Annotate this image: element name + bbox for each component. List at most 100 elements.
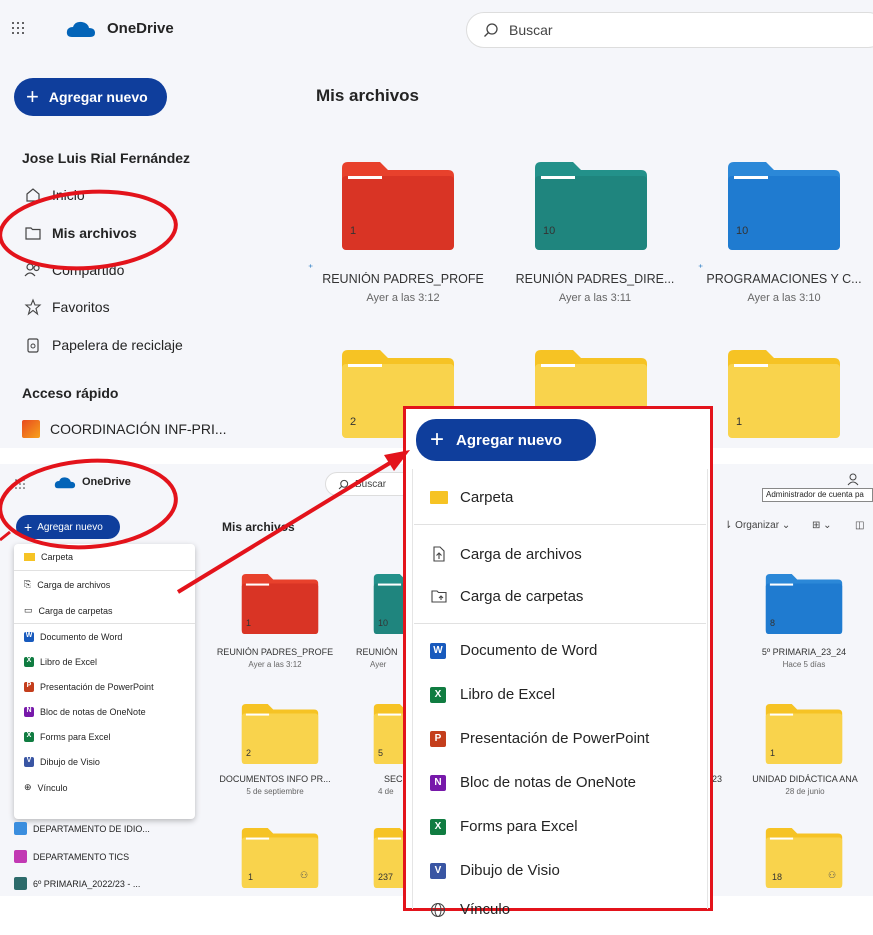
powerpoint-icon: P (430, 730, 446, 747)
visio-icon: V (24, 757, 34, 767)
item-count: 1 (248, 872, 254, 882)
menu-item-forms[interactable]: X Forms para Excel (24, 732, 111, 742)
folder-icon (342, 162, 454, 250)
menu-label: Vínculo (460, 901, 511, 918)
menu-item-vinculo[interactable]: ⊕ Vínculo (24, 782, 68, 793)
nav-item-papelera[interactable]: Papelera de reciclaje (24, 336, 183, 354)
add-new-button[interactable]: + Agregar nuevo (14, 78, 167, 116)
menu-item-onenote[interactable]: N Bloc de notas de OneNote (24, 707, 146, 717)
menu-item-vinculo[interactable]: Vínculo (430, 901, 510, 918)
folder-name[interactable]: REUNIÓN PADRES_PROFE (210, 647, 340, 657)
recycle-bin-icon (27, 338, 39, 353)
menu-label: Bloc de notas de OneNote (460, 774, 636, 791)
menu-item-carga-carpetas[interactable]: ▭ Carga de carpetas (24, 605, 113, 616)
quick-access-item[interactable]: COORDINACIÓN INF-PRI... (22, 420, 227, 438)
item-count: 1 (736, 416, 743, 428)
organize-button[interactable]: ⇂ Organizar ⌄ (724, 520, 790, 531)
menu-item-word[interactable]: W Documento de Word (430, 642, 597, 659)
quick-access-item[interactable]: DEPARTAMENTO TICS (14, 850, 129, 863)
folder-upload-icon: ▭ (24, 605, 33, 615)
organize-label: Organizar (735, 520, 780, 531)
details-pane-icon[interactable]: ◫ (855, 520, 864, 531)
menu-item-carga-archivos[interactable]: Carga de archivos (430, 545, 582, 563)
menu-item-excel[interactable]: X Libro de Excel (430, 686, 555, 703)
nav-item-inicio[interactable]: Inicio (24, 186, 85, 204)
menu-label: Forms para Excel (460, 818, 578, 835)
search-icon (484, 23, 498, 37)
app-launcher-icon[interactable] (12, 22, 24, 34)
quick-access-label: DEPARTAMENTO TICS (33, 851, 130, 862)
item-count: 237 (378, 872, 394, 882)
admin-tooltip: Administrador de cuenta pa (762, 488, 873, 502)
folder-date: 28 de junio (785, 787, 825, 796)
menu-label: Carga de carpetas (460, 587, 584, 605)
onenote-icon: N (430, 774, 446, 791)
menu-item-carga-archivos[interactable]: ⎘ Carga de archivos (24, 579, 110, 590)
user-name: Jose Luis Rial Fernández (22, 150, 191, 166)
menu-label: Dibujo de Visio (40, 757, 100, 767)
nav-item-mis-archivos[interactable]: Mis archivos (24, 224, 137, 242)
menu-label: Carpeta (41, 552, 74, 562)
add-new-button[interactable]: + Agregar nuevo (416, 419, 596, 461)
quick-access-item[interactable]: DEPARTAMENTO DE IDIO... (14, 822, 150, 835)
excel-icon: X (430, 686, 446, 703)
folder-icon (728, 350, 840, 438)
nav-label: Favoritos (52, 299, 110, 315)
plus-icon: + (430, 426, 445, 453)
folder-name[interactable]: UNIDAD DIDÁCTICA ANA (740, 774, 870, 784)
menu-item-excel[interactable]: X Libro de Excel (24, 657, 97, 667)
account-manager-icon[interactable] (846, 472, 860, 486)
quick-access-label: DEPARTAMENTO DE IDIO... (33, 823, 150, 834)
menu-divider (414, 524, 706, 525)
folder-name[interactable]: 5º PRIMARIA_23_24 (744, 647, 864, 657)
menu-item-powerpoint[interactable]: P Presentación de PowerPoint (24, 682, 154, 692)
menu-item-powerpoint[interactable]: P Presentación de PowerPoint (430, 730, 649, 747)
menu-item-visio[interactable]: V Dibujo de Visio (24, 757, 100, 767)
folder-icon (24, 553, 35, 561)
site-logo-icon (14, 822, 27, 835)
folder-name[interactable]: DOCUMENTOS INFO PR... (210, 774, 340, 784)
menu-item-onenote[interactable]: N Bloc de notas de OneNote (430, 774, 636, 791)
grid-view-icon: ⊞ (812, 520, 821, 531)
zoomed-add-new-menu: + Agregar nuevo Carpeta Carga de archivo… (403, 406, 713, 918)
add-new-menu: Carpeta ⎘ Carga de archivos ▭ Carga de car… (14, 544, 195, 819)
onedrive-logo-icon (54, 477, 76, 489)
nav-item-favoritos[interactable]: Favoritos (24, 298, 110, 316)
menu-label: Carga de carpetas (38, 605, 113, 616)
folder-date: Ayer a las 3:10 (747, 292, 821, 304)
item-count: 10 (378, 618, 389, 628)
folder-name[interactable]: PROGRAMACIONES Y C... (694, 272, 873, 286)
menu-label: Documento de Word (460, 642, 598, 659)
item-count: 2 (246, 748, 252, 758)
menu-label: Carga de archivos (460, 545, 582, 563)
search-placeholder: Buscar (355, 478, 387, 490)
folder-icon (765, 704, 843, 764)
menu-item-carpeta[interactable]: Carpeta (430, 489, 513, 506)
sort-icon: ⇂ (724, 520, 733, 531)
quick-access-item[interactable]: 6º PRIMARIA_2022/23 - ... (14, 877, 140, 890)
add-new-button[interactable]: + Agregar nuevo (16, 515, 120, 539)
nav-item-compartido[interactable]: Compartido (24, 261, 124, 279)
globe-icon: ⊕ (24, 782, 32, 792)
app-launcher-icon[interactable] (15, 479, 25, 489)
menu-item-word[interactable]: W Documento de Word (24, 632, 122, 642)
folder-name[interactable]: REUNIÓN PADRES_DIRE... (500, 272, 690, 286)
menu-label: Forms para Excel (40, 732, 111, 742)
plus-icon: + (26, 84, 39, 109)
menu-item-carpeta[interactable]: Carpeta (24, 552, 73, 562)
item-count: 2 (350, 416, 357, 428)
menu-item-carga-carpetas[interactable]: Carga de carpetas (430, 587, 583, 605)
word-icon: W (430, 642, 446, 659)
menu-divider (14, 570, 195, 571)
folder-name[interactable]: REUNIÓN PADRES_PROFE (308, 272, 498, 286)
menu-item-visio[interactable]: V Dibujo de Visio (430, 862, 560, 879)
page-title: Mis archivos (222, 520, 295, 534)
view-switcher-button[interactable]: ⊞ ⌄ (812, 520, 832, 531)
folder-date: Ayer a las 3:12 (248, 660, 302, 669)
menu-label: Carga de archivos (37, 579, 111, 590)
nav-label: Compartido (52, 262, 125, 278)
star-icon (24, 298, 42, 316)
search-box[interactable]: Buscar (466, 12, 873, 48)
menu-item-forms[interactable]: X Forms para Excel (430, 818, 578, 835)
folder-name[interactable]: REUNIÓN (356, 647, 406, 657)
